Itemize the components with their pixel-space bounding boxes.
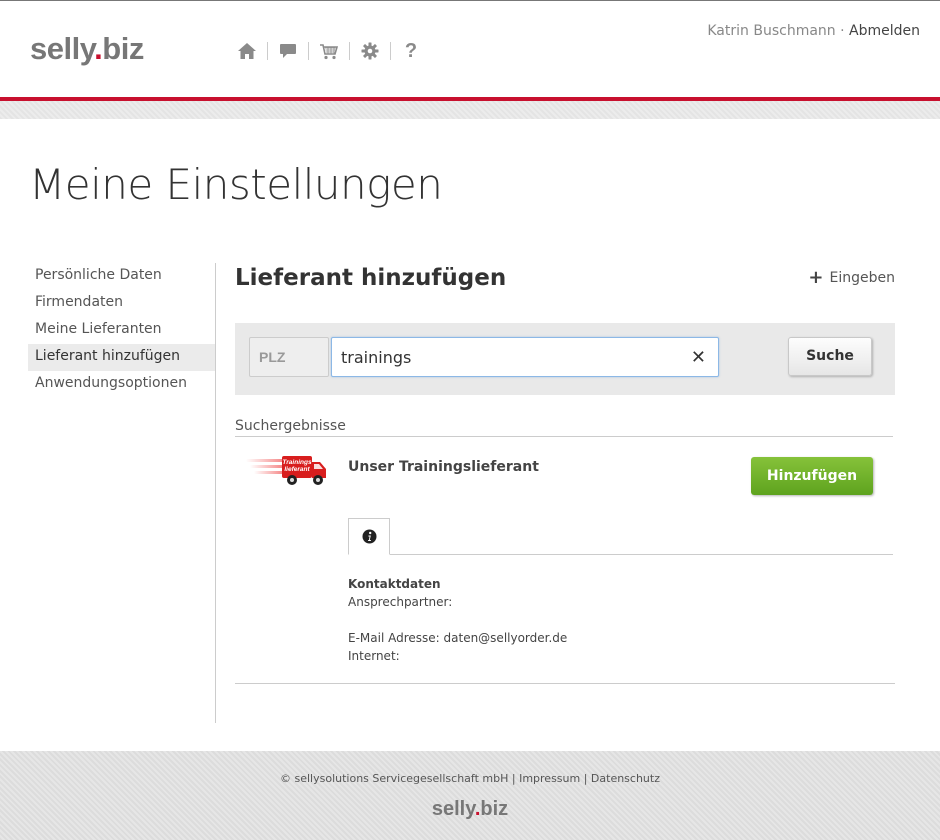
internet-label: Internet: xyxy=(348,649,400,663)
sidebar-item-add-supplier[interactable]: Lieferant hinzufügen xyxy=(28,344,215,371)
privacy-link[interactable]: Datenschutz xyxy=(591,772,660,785)
user-bar: Katrin Buschmann · Abmelden xyxy=(707,23,920,39)
header: selly.biz ? Katrin Buschmann · Abmelden xyxy=(0,0,940,97)
sidebar-divider xyxy=(215,263,216,723)
page-title: Meine Einstellungen xyxy=(29,160,443,209)
section-title: Lieferant hinzufügen xyxy=(235,265,507,291)
truck-logo-text-1: Trainings xyxy=(282,459,312,466)
plz-input[interactable]: PLZ xyxy=(249,337,329,377)
search-input-value: trainings xyxy=(341,348,412,367)
nav-separator xyxy=(349,42,350,60)
plus-icon: + xyxy=(808,267,824,288)
chat-icon[interactable] xyxy=(273,39,303,63)
enter-manually-link[interactable]: + Eingeben xyxy=(808,267,895,288)
enter-manually-label: Eingeben xyxy=(829,270,895,286)
sidebar-item-company-data[interactable]: Firmendaten xyxy=(28,290,215,317)
nav-separator xyxy=(308,42,309,60)
footer-sep: | xyxy=(508,772,520,785)
supplier-name: Unser Trainingslieferant xyxy=(348,459,539,475)
tab-info[interactable] xyxy=(348,518,390,555)
footer-logo-tld: biz xyxy=(480,798,509,820)
footer-logo-main: selly xyxy=(431,798,475,820)
sidebar-item-personal-data[interactable]: Persönliche Daten xyxy=(28,263,215,290)
info-icon xyxy=(362,529,376,544)
search-button[interactable]: Suche xyxy=(788,337,872,376)
add-supplier-button[interactable]: Hinzufügen xyxy=(751,457,873,495)
header-stripe xyxy=(0,101,940,119)
contact-details: Kontaktdaten Ansprechpartner: E-Mail Adr… xyxy=(348,575,567,665)
email-line: E-Mail Adresse: daten@sellyorder.de xyxy=(348,631,568,645)
logout-link[interactable]: Abmelden xyxy=(849,23,920,39)
contact-heading: Kontaktdaten xyxy=(348,577,441,591)
user-name[interactable]: Katrin Buschmann xyxy=(707,23,835,39)
details-tab-bar xyxy=(348,554,893,555)
logo[interactable]: selly.biz xyxy=(30,31,144,67)
home-icon[interactable] xyxy=(232,39,262,63)
impressum-link[interactable]: Impressum xyxy=(519,772,580,785)
sidebar-item-application-options[interactable]: Anwendungsoptionen xyxy=(28,371,215,398)
footer-links: © sellysolutions Servicegesellschaft mbH… xyxy=(0,772,940,785)
sidebar-item-my-suppliers[interactable]: Meine Lieferanten xyxy=(28,317,215,344)
clear-icon[interactable]: ✕ xyxy=(691,347,706,368)
copyright-text: © sellysolutions Servicegesellschaft mbH xyxy=(280,772,509,785)
truck-logo-text-2: lieferant xyxy=(284,466,310,473)
supplier-truck-logo: Trainings lieferant xyxy=(246,456,326,485)
contact-person-label: Ansprechpartner: xyxy=(348,595,453,609)
help-icon[interactable]: ? xyxy=(396,39,426,63)
cart-icon[interactable] xyxy=(314,39,344,63)
gear-icon[interactable] xyxy=(355,39,385,63)
footer-logo: selly.biz xyxy=(0,798,940,821)
nav-separator xyxy=(390,42,391,60)
result-bottom-divider xyxy=(235,683,895,684)
results-label: Suchergebnisse xyxy=(235,418,346,434)
main-nav: ? xyxy=(232,39,426,63)
search-input[interactable]: trainings ✕ xyxy=(331,337,719,377)
user-separator: · xyxy=(835,23,850,39)
nav-separator xyxy=(267,42,268,60)
logo-tld: biz xyxy=(102,31,144,66)
search-panel: PLZ trainings ✕ Suche xyxy=(235,323,895,395)
footer: © sellysolutions Servicegesellschaft mbH… xyxy=(0,751,940,840)
footer-sep: | xyxy=(580,772,591,785)
results-divider xyxy=(235,436,893,437)
logo-main: selly xyxy=(30,31,95,66)
settings-sidebar: Persönliche Daten Firmendaten Meine Lief… xyxy=(28,263,215,398)
